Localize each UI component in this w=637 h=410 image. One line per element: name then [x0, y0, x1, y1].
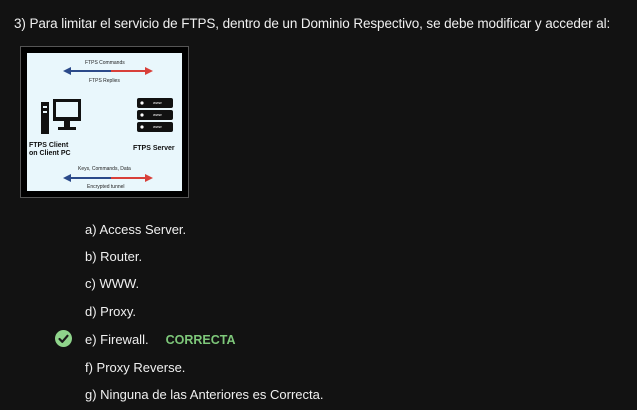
- server-slot-2: www: [153, 112, 162, 117]
- correct-badge: CORRECTA: [165, 333, 236, 347]
- option-d[interactable]: d) Proxy.: [85, 304, 136, 319]
- option-c[interactable]: c) WWW.: [85, 276, 139, 291]
- ftps-replies-label: FTPS Replies: [89, 78, 120, 84]
- top-arrow: [63, 67, 153, 75]
- checkmark-glyph: [58, 334, 69, 343]
- server-slot-3: www: [153, 124, 162, 129]
- question-text: 3) Para limitar el servicio de FTPS, den…: [14, 16, 611, 31]
- server-slot-1: www: [153, 100, 162, 105]
- bottom-arrow: [63, 174, 153, 182]
- option-a[interactable]: a) Access Server.: [85, 222, 186, 237]
- client-label-line1: FTPS Client: [29, 142, 69, 149]
- ftps-commands-label: FTPS Commands: [85, 60, 125, 66]
- diagram-arrows: [41, 67, 173, 182]
- keys-label: Keys, Commands, Data: [78, 166, 131, 172]
- option-f[interactable]: f) Proxy Reverse.: [85, 360, 185, 375]
- client-label-line2: on Client PC: [29, 150, 71, 157]
- diagram-canvas: FTPS Commands FTPS Replies www www www F…: [27, 53, 182, 191]
- check-circle-icon: [55, 330, 72, 347]
- option-g[interactable]: g) Ninguna de las Anteriores es Correcta…: [85, 387, 323, 402]
- option-b[interactable]: b) Router.: [85, 249, 142, 264]
- ftps-diagram: FTPS Commands FTPS Replies www www www F…: [20, 46, 189, 198]
- option-e-label: e) Firewall.: [85, 332, 149, 347]
- tunnel-label: Encrypted tunnel: [87, 184, 125, 190]
- client-pc-icon: [41, 99, 81, 134]
- server-label: FTPS Server: [133, 145, 175, 152]
- option-e[interactable]: e) Firewall. CORRECTA: [85, 332, 235, 347]
